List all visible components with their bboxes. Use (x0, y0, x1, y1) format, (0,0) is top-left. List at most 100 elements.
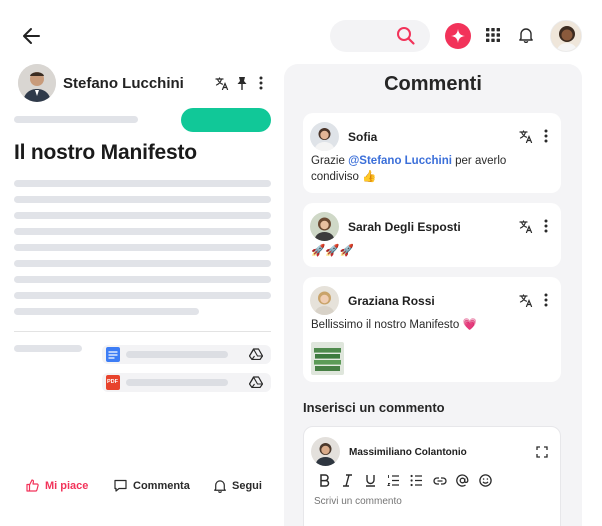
avatar-portrait-icon (310, 122, 339, 151)
text-line-placeholder (14, 180, 271, 187)
at-sign-icon (456, 474, 469, 487)
pin-icon (237, 77, 247, 90)
apps-button[interactable] (486, 28, 500, 42)
back-button[interactable] (20, 24, 44, 48)
comment-label: Commenta (133, 479, 190, 492)
more-vertical-icon (259, 76, 263, 90)
translate-icon[interactable] (519, 130, 533, 143)
mention-button[interactable] (454, 472, 471, 489)
comment-card: Sarah Degli Esposti 🚀🚀🚀 (303, 203, 561, 267)
underline-button[interactable] (362, 472, 379, 489)
thumbs-up-icon (26, 479, 39, 492)
attachment-doc[interactable] (102, 345, 271, 364)
link-button[interactable] (431, 472, 448, 489)
avatar-portrait-icon (310, 212, 339, 241)
arrow-left-icon (23, 28, 40, 44)
comments-panel: Commenti Sofia Grazie @Stefano Lucchini … (284, 64, 582, 526)
avatar-portrait-icon (310, 286, 339, 315)
text-line-placeholder (14, 228, 271, 235)
book-stack-thumbnail[interactable] (311, 342, 344, 375)
search-icon[interactable] (396, 26, 416, 46)
pdf-badge: PDF (107, 379, 118, 385)
comments-title: Commenti (384, 73, 482, 95)
comment-author[interactable]: Graziana Rossi (348, 294, 435, 308)
bullet-list-button[interactable] (408, 472, 425, 489)
like-button[interactable]: Mi piace (26, 479, 88, 492)
article-title: Il nostro Manifesto (14, 141, 197, 164)
bold-button[interactable] (316, 472, 333, 489)
user-avatar[interactable] (550, 20, 582, 52)
more-vertical-icon[interactable] (543, 129, 549, 143)
avatar (311, 437, 340, 466)
sparkle-icon (451, 29, 465, 43)
meta-placeholder (14, 116, 138, 123)
comment-icon (114, 479, 127, 492)
like-label: Mi piace (45, 479, 89, 492)
text-line-placeholder (14, 292, 271, 299)
text-line-placeholder (14, 196, 271, 203)
bold-icon (320, 474, 330, 487)
translate-button[interactable] (215, 77, 229, 90)
underline-icon (366, 475, 375, 487)
avatar-portrait-icon (311, 437, 340, 466)
translate-icon[interactable] (519, 220, 533, 233)
ordered-list-button[interactable] (385, 472, 402, 489)
comment-card: Graziana Rossi Bellissimo il nostro Mani… (303, 277, 561, 382)
comment-author[interactable]: Sofia (348, 130, 377, 144)
doc-icon (106, 347, 120, 362)
comment-composer: Massimiliano Colantonio (303, 426, 561, 526)
more-vertical-icon[interactable] (543, 219, 549, 233)
notifications-button[interactable] (519, 27, 533, 43)
article-more-button[interactable] (258, 76, 264, 90)
comment-button[interactable]: Commenta (114, 479, 190, 492)
attachment-name-placeholder (126, 379, 228, 386)
emoji-button[interactable] (477, 472, 494, 489)
follow-label: Segui (232, 480, 262, 492)
link-icon (432, 476, 447, 485)
comment-text: Grazie @Stefano Lucchini per averlo cond… (311, 153, 547, 185)
divider (14, 331, 271, 332)
comment-text: Bellissimo il nostro Manifesto 💗 (311, 319, 477, 331)
comment-author[interactable]: Sarah Degli Esposti (348, 220, 461, 234)
attachments-label-placeholder (14, 345, 82, 352)
author-avatar[interactable] (18, 64, 56, 102)
author-name[interactable]: Stefano Lucchini (63, 75, 184, 92)
ai-assistant-button[interactable] (445, 23, 471, 49)
mention-link[interactable]: @Stefano Lucchini (348, 155, 452, 167)
avatar[interactable] (310, 122, 339, 151)
formatting-toolbar (316, 472, 494, 489)
comment-card: Sofia Grazie @Stefano Lucchini per averl… (303, 113, 561, 193)
avatar[interactable] (310, 212, 339, 241)
text-line-placeholder (14, 260, 271, 267)
translate-icon[interactable] (519, 294, 533, 307)
expand-icon[interactable] (536, 446, 548, 458)
attachment-name-placeholder (126, 351, 228, 358)
ordered-list-icon (387, 475, 399, 486)
grid-icon (486, 28, 500, 42)
comment-input[interactable] (314, 496, 544, 507)
attachment-pdf[interactable]: PDF (102, 373, 271, 392)
text-line-placeholder (14, 244, 271, 251)
avatar-portrait-icon (551, 21, 581, 51)
italic-icon (343, 474, 352, 487)
bell-icon (214, 480, 226, 493)
comment-text: 🚀🚀🚀 (311, 245, 354, 257)
drive-icon[interactable] (249, 348, 263, 360)
more-vertical-icon[interactable] (543, 293, 549, 307)
translate-icon (215, 77, 229, 90)
bell-icon (519, 28, 533, 43)
follow-button[interactable]: Segui (214, 479, 262, 493)
italic-button[interactable] (339, 472, 356, 489)
avatar[interactable] (310, 286, 339, 315)
search-input[interactable] (330, 20, 430, 52)
text-line-placeholder (14, 212, 271, 219)
pin-button[interactable] (236, 76, 248, 90)
composer-user: Massimiliano Colantonio (349, 447, 467, 458)
text-line-placeholder (14, 276, 271, 283)
primary-action-pill[interactable] (181, 108, 271, 132)
comment-text-before: Grazie (311, 155, 349, 167)
insert-comment-label: Inserisci un commento (303, 400, 445, 415)
text-line-placeholder (14, 308, 199, 315)
bullet-list-icon (410, 474, 422, 487)
drive-icon[interactable] (249, 376, 263, 388)
